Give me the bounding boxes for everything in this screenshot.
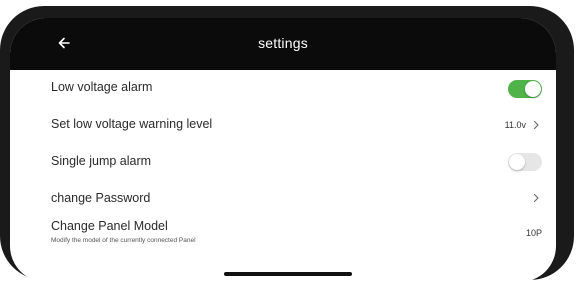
setting-row-change-panel-model[interactable]: Change Panel Model Modify the model of t… — [10, 216, 556, 258]
chevron-right-icon — [533, 120, 539, 130]
change-panel-model-value: 10P — [525, 228, 542, 238]
header-bar: settings — [10, 18, 556, 70]
setting-row-single-jump-alarm: Single jump alarm — [10, 144, 556, 181]
change-panel-model-sublabel: Modify the model of the currently connec… — [51, 237, 196, 244]
home-indicator[interactable] — [224, 272, 352, 276]
toggle-knob — [509, 154, 525, 170]
low-voltage-alarm-toggle[interactable] — [508, 80, 542, 98]
low-voltage-alarm-label: Low voltage alarm — [51, 80, 153, 94]
toggle-knob — [525, 81, 541, 97]
single-jump-alarm-label: Single jump alarm — [51, 154, 152, 168]
change-panel-model-label: Change Panel Model — [51, 219, 168, 233]
setting-row-low-voltage-alarm: Low voltage alarm — [10, 70, 556, 107]
setting-row-change-password[interactable]: change Password — [10, 181, 556, 218]
phone-frame: settings Low voltage alarm Set low volta… — [0, 6, 574, 282]
app-screen: settings Low voltage alarm Set low volta… — [10, 18, 556, 282]
low-voltage-warning-level-value: 11.0v — [504, 120, 526, 130]
change-password-label: change Password — [51, 191, 151, 205]
chevron-right-icon — [533, 193, 539, 203]
page-title: settings — [258, 35, 308, 51]
setting-row-low-voltage-warning-level[interactable]: Set low voltage warning level 11.0v — [10, 107, 556, 144]
low-voltage-warning-level-label: Set low voltage warning level — [51, 117, 213, 131]
single-jump-alarm-toggle[interactable] — [508, 153, 542, 171]
